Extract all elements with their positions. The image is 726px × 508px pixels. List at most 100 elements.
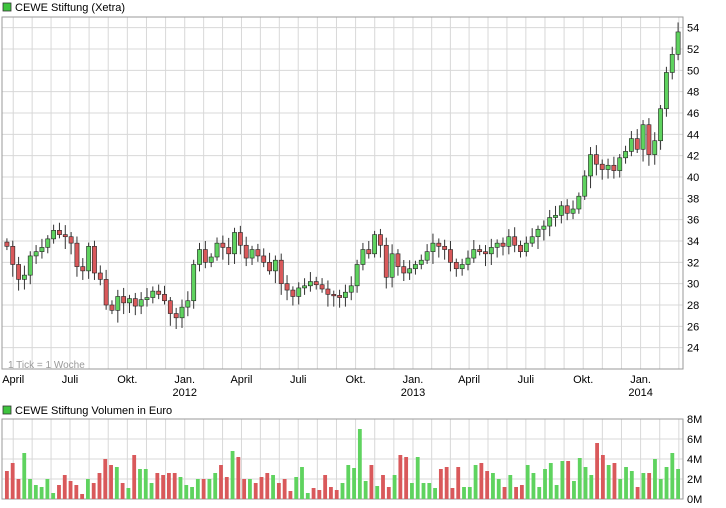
volume-bar bbox=[10, 463, 15, 499]
candle-up bbox=[51, 230, 57, 240]
x-tick-label: Okt. bbox=[346, 374, 366, 386]
volume-bar bbox=[28, 479, 32, 499]
candle-down bbox=[383, 244, 389, 278]
volume-bar bbox=[496, 479, 501, 499]
candle-down bbox=[646, 124, 652, 155]
candle-down bbox=[97, 272, 103, 280]
candle-down bbox=[10, 246, 16, 265]
volume-bar bbox=[456, 467, 461, 499]
price-y-axis: 24 26 28 30 32 34 36 38 40 42 44 46 48 50 52 54 bbox=[687, 23, 699, 355]
candle-down bbox=[278, 259, 284, 284]
candle-up bbox=[138, 299, 144, 307]
volume-bar bbox=[271, 475, 275, 499]
candle-down bbox=[226, 247, 232, 255]
candle-down bbox=[378, 234, 383, 246]
candle-down bbox=[319, 284, 325, 290]
candle-up bbox=[506, 236, 512, 247]
volume-bar bbox=[369, 465, 374, 499]
candle-down bbox=[237, 232, 243, 246]
volume-y-tick-label: 6M bbox=[687, 434, 702, 446]
price-y-tick-label: 40 bbox=[687, 172, 699, 184]
candle-up bbox=[523, 242, 529, 252]
candle-up bbox=[407, 268, 413, 274]
volume-bar bbox=[242, 479, 247, 499]
volume-bar bbox=[647, 473, 652, 499]
candle-up bbox=[389, 253, 395, 278]
candle-down bbox=[337, 295, 342, 298]
volume-y-tick-label: 4M bbox=[687, 454, 702, 466]
volume-bar bbox=[635, 487, 640, 499]
price-y-tick-label: 32 bbox=[687, 257, 699, 269]
candle-up bbox=[115, 296, 121, 311]
volume-bar bbox=[68, 481, 73, 499]
volume-bar bbox=[375, 486, 380, 499]
candle-down bbox=[255, 249, 261, 257]
candle-up bbox=[582, 175, 588, 197]
volume-bar bbox=[329, 487, 333, 499]
candle-up bbox=[605, 164, 611, 170]
volume-bar bbox=[560, 461, 565, 499]
price-y-tick-label: 38 bbox=[687, 193, 699, 205]
x-tick-year: 2013 bbox=[401, 387, 425, 399]
price-legend-swatch bbox=[2, 2, 12, 12]
volume-bar bbox=[676, 469, 681, 499]
candle-up bbox=[296, 287, 302, 297]
price-candles bbox=[4, 22, 681, 329]
candle-up bbox=[86, 246, 92, 272]
volume-bar bbox=[346, 465, 351, 499]
volume-bar bbox=[132, 455, 137, 499]
candle-up bbox=[33, 251, 39, 257]
candle-down bbox=[564, 205, 570, 214]
candle-down bbox=[331, 294, 337, 297]
volume-bar bbox=[253, 483, 258, 499]
price-y-tick-label: 34 bbox=[687, 236, 699, 248]
volume-bar bbox=[39, 487, 44, 499]
candle-up bbox=[302, 285, 307, 289]
volume-bar bbox=[572, 481, 576, 499]
candle-up bbox=[488, 247, 494, 255]
volume-bar bbox=[224, 477, 229, 499]
volume-bar bbox=[404, 457, 409, 499]
volume-bar bbox=[109, 465, 113, 499]
candle-down bbox=[92, 246, 97, 274]
x-tick-label: Juli bbox=[518, 374, 535, 386]
volume-y-tick-label: 0M bbox=[687, 494, 702, 506]
candle-down bbox=[284, 283, 290, 291]
candle-down bbox=[80, 266, 86, 272]
candle-up bbox=[307, 281, 313, 287]
volume-bar bbox=[612, 463, 617, 499]
volume-bar bbox=[473, 465, 478, 499]
candle-down bbox=[366, 249, 372, 255]
volume-bar bbox=[97, 473, 102, 499]
candle-up bbox=[232, 232, 237, 255]
volume-bar bbox=[485, 471, 490, 499]
volume-bar bbox=[618, 479, 623, 499]
candle-up bbox=[249, 249, 255, 259]
candle-up bbox=[185, 300, 191, 308]
candle-up bbox=[27, 255, 33, 276]
volume-bar bbox=[467, 487, 472, 499]
stock-chart: CEWE Stiftung (Xetra) 24 26 28 30 32 34 36 38 40… bbox=[1, 2, 702, 506]
volume-bar bbox=[502, 487, 507, 499]
candle-up bbox=[664, 72, 669, 110]
candle-up bbox=[430, 242, 436, 252]
candle-down bbox=[313, 281, 319, 286]
volume-bar bbox=[248, 479, 252, 499]
candle-down bbox=[436, 242, 442, 247]
candle-up bbox=[628, 138, 634, 152]
volume-bar bbox=[207, 479, 212, 499]
candle-up bbox=[459, 264, 465, 270]
volume-bar bbox=[479, 463, 484, 499]
volume-bar bbox=[167, 473, 171, 499]
volume-bar bbox=[201, 479, 206, 499]
volume-bar bbox=[427, 483, 432, 499]
volume-bar bbox=[265, 473, 270, 499]
price-y-tick-label: 28 bbox=[687, 300, 699, 312]
volume-bar bbox=[62, 475, 67, 499]
volume-bar bbox=[381, 475, 385, 499]
candle-down bbox=[109, 304, 115, 311]
volume-bar bbox=[155, 473, 160, 499]
candle-up bbox=[576, 195, 582, 210]
candle-down bbox=[512, 236, 518, 246]
candle-down bbox=[290, 289, 296, 297]
